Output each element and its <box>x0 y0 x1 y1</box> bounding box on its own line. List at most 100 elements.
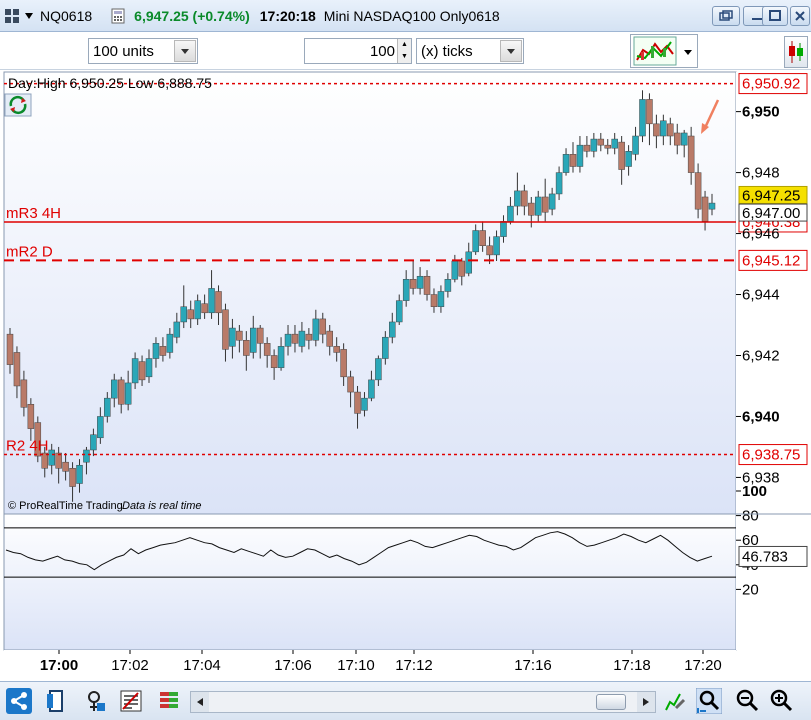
candle-body[interactable] <box>138 361 146 381</box>
refresh-button[interactable] <box>4 93 32 117</box>
candle-body[interactable] <box>632 135 639 155</box>
candle-body[interactable] <box>680 132 688 146</box>
candle-body[interactable] <box>104 397 111 417</box>
candle-body[interactable] <box>409 279 417 289</box>
candle-body[interactable] <box>646 99 653 125</box>
candle-body[interactable] <box>555 172 563 195</box>
scroll-thumb[interactable] <box>596 694 626 710</box>
candle-body[interactable] <box>694 172 702 210</box>
candle-body[interactable] <box>180 306 188 323</box>
candle-body[interactable] <box>541 196 549 213</box>
candle-body[interactable] <box>569 154 577 167</box>
candle-body[interactable] <box>493 236 500 256</box>
candle-body[interactable] <box>284 333 292 347</box>
candle-body[interactable] <box>55 452 62 469</box>
candle-body[interactable] <box>62 461 69 472</box>
candle-body[interactable] <box>451 260 459 280</box>
edit-chart-icon[interactable] <box>662 688 688 714</box>
calculator-icon[interactable] <box>110 8 126 24</box>
candle-body[interactable] <box>215 291 222 314</box>
candle-body[interactable] <box>208 288 215 314</box>
candle-body[interactable] <box>576 144 584 167</box>
candle-body[interactable] <box>250 327 257 353</box>
candle-body[interactable] <box>340 349 347 378</box>
candle-body[interactable] <box>368 379 375 399</box>
candle-body[interactable] <box>347 376 354 393</box>
candle-body[interactable] <box>395 300 403 323</box>
candle-body[interactable] <box>597 138 605 146</box>
scroll-left-icon[interactable] <box>191 692 209 712</box>
candle-body[interactable] <box>590 138 598 152</box>
indicator-tool-button[interactable] <box>630 34 698 68</box>
price-chart[interactable]: 6,950.92mR3 4H6,946.38mR2 D6,945.12R2 4H… <box>0 70 811 681</box>
candle-body[interactable] <box>430 294 438 307</box>
candle-body[interactable] <box>159 346 167 356</box>
share-icon[interactable] <box>6 688 32 714</box>
candle-body[interactable] <box>521 190 528 207</box>
chevron-down-icon[interactable] <box>500 40 522 62</box>
candle-body[interactable] <box>618 141 625 170</box>
candle-body[interactable] <box>458 260 466 277</box>
candle-body[interactable] <box>639 99 646 137</box>
candle-body[interactable] <box>173 321 181 338</box>
candle-body[interactable] <box>48 449 55 466</box>
candle-body[interactable] <box>145 358 153 378</box>
layout-icon[interactable] <box>44 688 70 714</box>
candle-body[interactable] <box>583 144 591 152</box>
candle-body[interactable] <box>263 343 271 356</box>
candle-body[interactable] <box>194 300 201 320</box>
candle-body[interactable] <box>486 245 493 256</box>
candle-body[interactable] <box>201 303 208 314</box>
candle-body[interactable] <box>312 318 320 341</box>
grid-icon[interactable] <box>4 8 20 24</box>
candle-body[interactable] <box>41 452 49 469</box>
candle-body[interactable] <box>131 358 139 384</box>
chevron-down-icon[interactable] <box>174 40 196 62</box>
candle-body[interactable] <box>166 333 174 353</box>
order-list-icon[interactable] <box>118 688 144 714</box>
candle-body[interactable] <box>326 330 333 347</box>
candle-body[interactable] <box>611 138 618 149</box>
candle-body[interactable] <box>298 330 306 347</box>
candle-body[interactable] <box>305 333 313 341</box>
candle-body[interactable] <box>13 352 21 387</box>
candle-body[interactable] <box>548 193 556 210</box>
candle-body[interactable] <box>562 154 570 173</box>
candle-body[interactable] <box>236 330 243 341</box>
candle-body[interactable] <box>20 379 28 408</box>
candle-body[interactable] <box>708 202 716 210</box>
order-book-icon[interactable] <box>156 688 182 714</box>
candle-body[interactable] <box>673 132 681 146</box>
candle-body[interactable] <box>528 202 535 216</box>
ticks-count-input[interactable]: 100 ▲ ▼ <box>304 38 412 64</box>
candle-body[interactable] <box>660 120 667 137</box>
scroll-right-icon[interactable] <box>637 692 655 712</box>
candle-body[interactable] <box>69 468 76 487</box>
candle-body[interactable] <box>76 464 83 484</box>
candle-body[interactable] <box>507 205 514 222</box>
candle-body[interactable] <box>83 449 90 463</box>
candle-body[interactable] <box>256 327 264 344</box>
candle-body[interactable] <box>354 391 361 414</box>
candle-body[interactable] <box>625 151 632 167</box>
symbol-label[interactable]: NQ0618 <box>40 8 92 24</box>
drawing-tools-icon[interactable] <box>82 688 108 714</box>
candle-body[interactable] <box>514 190 521 207</box>
candle-body[interactable] <box>243 339 250 356</box>
candle-body[interactable] <box>6 333 14 365</box>
ticks-unit-dropdown[interactable]: (x) ticks <box>416 38 524 64</box>
candle-body[interactable] <box>472 230 479 253</box>
candle-body[interactable] <box>701 196 709 222</box>
time-scrollbar[interactable] <box>190 691 656 713</box>
zoom-auto-icon[interactable] <box>696 688 722 714</box>
candle-body[interactable] <box>270 355 278 368</box>
candle-body[interactable] <box>416 275 424 289</box>
candle-body[interactable] <box>534 196 542 216</box>
chevron-down-icon[interactable] <box>683 49 693 56</box>
candle-body[interactable] <box>423 275 431 295</box>
candle-body[interactable] <box>382 336 389 359</box>
candle-body[interactable] <box>333 346 340 353</box>
candle-body[interactable] <box>500 221 507 237</box>
candle-body[interactable] <box>117 379 125 405</box>
candle-body[interactable] <box>319 318 327 335</box>
